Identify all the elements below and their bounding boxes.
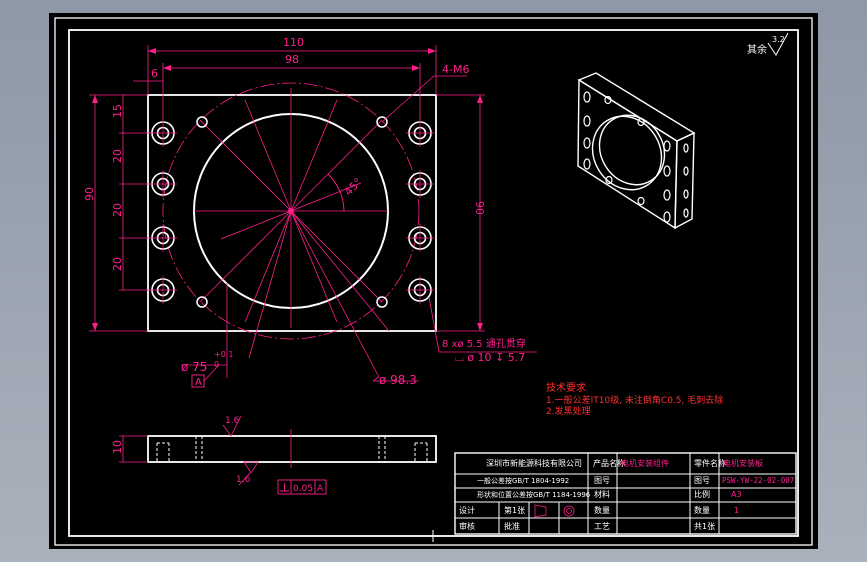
scale-value: A3 — [731, 490, 742, 499]
sheet-total: 共1张 — [694, 522, 715, 531]
drawing-no-label: 图号 — [694, 476, 710, 485]
sheet-label: 第1张 — [504, 505, 525, 515]
material-label: 材料 — [594, 489, 610, 499]
cbore-line-2: ⌴ ø 10 ↧ 5.7 — [455, 351, 525, 364]
tech-notes-line2: 2.发黑处理 — [546, 405, 591, 417]
general-tolerance: 一般公差按GB/T 1804-1992 — [477, 476, 569, 485]
designer-label: 设计 — [459, 505, 475, 515]
dim-20-a: 20 — [111, 149, 124, 163]
tolerance-value: 0.05 — [293, 484, 313, 494]
roughness-bottom-symbol — [243, 461, 259, 474]
scale-label: 比例 — [694, 489, 710, 499]
cbore-line-1: 8 xø 5.5 通孔贯穿 — [442, 337, 526, 350]
angle-label: 45° — [342, 176, 365, 199]
inner-frame — [68, 29, 799, 537]
dim-bolt-circle: ø 98.3 — [379, 373, 417, 387]
dim-6: 6 — [151, 67, 158, 80]
drawing-canvas: 45° 110 98 6 4-M6 15 20 20 20 90 90 ø 75… — [49, 13, 818, 549]
dim-bore-tol-upper: +0.1 — [214, 350, 233, 359]
roughness-other-label: 其余 — [747, 43, 767, 56]
dim-4-m6: 4-M6 — [442, 63, 469, 76]
dim-110: 110 — [283, 36, 304, 49]
datum-a-label: A — [195, 377, 202, 388]
form-tolerance: 形状和位置公差按GB/T 1184-1996 — [477, 490, 591, 499]
checker-label: 审核 — [459, 521, 475, 531]
qty-label-2: 数量 — [694, 505, 710, 515]
roughness-top: 1.6 — [225, 416, 240, 426]
dim-thickness: 10 — [111, 440, 124, 454]
dim-98: 98 — [285, 53, 299, 66]
side-view — [119, 429, 437, 468]
dim-bore: ø 75 — [181, 360, 207, 374]
dim-15: 15 — [111, 104, 124, 118]
tech-notes: 技术要求 1.一般公差IT10级, 未注倒角C0.5, 毛刺去除 2.发黑处理 — [546, 381, 723, 417]
qty-value: 1 — [734, 506, 739, 515]
radial-lines — [194, 88, 390, 378]
dimension-labels: 110 98 6 4-M6 15 20 20 20 90 90 ø 75 +0.… — [83, 36, 526, 387]
approve-label: 批准 — [504, 521, 520, 531]
center-point — [288, 208, 294, 214]
company-name: 深圳市新能源科技有限公司 — [486, 458, 582, 468]
dim-20-b: 20 — [111, 203, 124, 217]
part-label: 零件名称 — [694, 458, 726, 468]
drawing-svg: 45° 110 98 6 4-M6 15 20 20 20 90 90 ø 75… — [54, 17, 813, 546]
product-value: 电机安装组件 — [621, 458, 669, 468]
isometric-view — [577, 72, 696, 230]
tech-notes-title: 技术要求 — [546, 381, 586, 394]
drawing-no-label-2: 图号 — [594, 476, 610, 485]
process-label: 工艺 — [594, 522, 610, 531]
dim-90-right: 90 — [473, 201, 486, 215]
dim-20-c: 20 — [111, 257, 124, 271]
qty-label: 数量 — [594, 505, 610, 515]
tech-notes-line1: 1.一般公差IT10级, 未注倒角C0.5, 毛刺去除 — [546, 394, 723, 406]
tolerance-datum: A — [317, 484, 324, 494]
dimension-arrows — [92, 48, 483, 331]
drawing-number: PSW-YW-22-02-007 — [722, 476, 794, 485]
dim-90-left: 90 — [83, 187, 96, 201]
front-view: 45° — [147, 82, 437, 378]
projection-symbol — [534, 504, 575, 518]
angle-arc — [327, 173, 345, 212]
part-name: 电机安装板 — [723, 458, 763, 468]
